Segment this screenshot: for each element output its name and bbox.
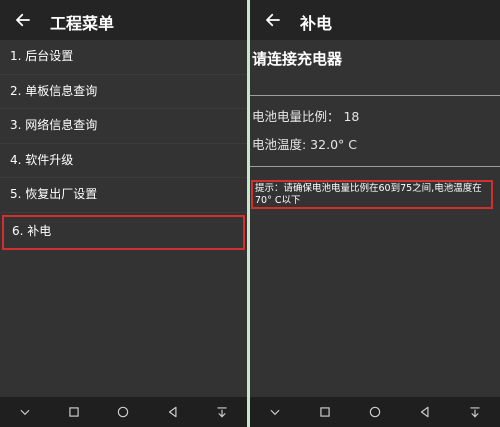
notification-pull-icon[interactable]	[212, 402, 232, 422]
engineering-menu-screen: 工程菜单 1. 后台设置 2. 单板信息查询 3. 网络信息查询 4. 软件升级…	[0, 0, 247, 427]
app-bar: 工程菜单	[0, 0, 247, 40]
notification-pull-icon[interactable]	[465, 402, 485, 422]
connect-charger-heading: 请连接充电器	[252, 50, 343, 68]
divider-line	[250, 95, 500, 96]
menu-item-software-upgrade[interactable]: 4. 软件升级	[0, 144, 247, 179]
square-icon[interactable]	[64, 402, 84, 422]
triangle-back-icon[interactable]	[163, 402, 183, 422]
battery-temperature-text: 电池温度: 32.0° C	[252, 137, 357, 152]
menu-item-network-info[interactable]: 3. 网络信息查询	[0, 109, 247, 144]
divider-line	[250, 166, 500, 167]
triangle-back-icon[interactable]	[415, 402, 435, 422]
engineering-menu-list: 1. 后台设置 2. 单板信息查询 3. 网络信息查询 4. 软件升级 5. 恢…	[0, 40, 247, 250]
battery-ratio-text: 电池电量比例： 18	[252, 109, 360, 124]
screenshot-frame: 工程菜单 1. 后台设置 2. 单板信息查询 3. 网络信息查询 4. 软件升级…	[0, 0, 500, 427]
chevron-down-icon[interactable]	[265, 402, 285, 422]
app-bar: 补电	[250, 0, 500, 40]
system-nav-bar	[0, 397, 247, 427]
menu-item-backend-settings[interactable]: 1. 后台设置	[0, 40, 247, 75]
menu-item-board-info[interactable]: 2. 单板信息查询	[0, 75, 247, 110]
hint-message: 提示：请确保电池电量比例在60到75之间,电池温度在70° C以下	[251, 180, 493, 209]
menu-item-recharge[interactable]: 6. 补电	[2, 214, 245, 250]
page-title: 补电	[300, 14, 333, 33]
square-icon[interactable]	[315, 402, 335, 422]
menu-item-factory-reset[interactable]: 5. 恢复出厂设置	[0, 178, 247, 213]
circle-icon[interactable]	[365, 402, 385, 422]
chevron-down-icon[interactable]	[15, 402, 35, 422]
system-nav-bar	[250, 397, 500, 427]
circle-icon[interactable]	[113, 402, 133, 422]
recharge-screen: 补电 请连接充电器 电池电量比例： 18 电池温度: 32.0° C 提示：请确…	[250, 0, 500, 427]
back-arrow-icon[interactable]	[262, 9, 284, 31]
page-title: 工程菜单	[50, 14, 115, 33]
back-arrow-icon[interactable]	[12, 9, 34, 31]
